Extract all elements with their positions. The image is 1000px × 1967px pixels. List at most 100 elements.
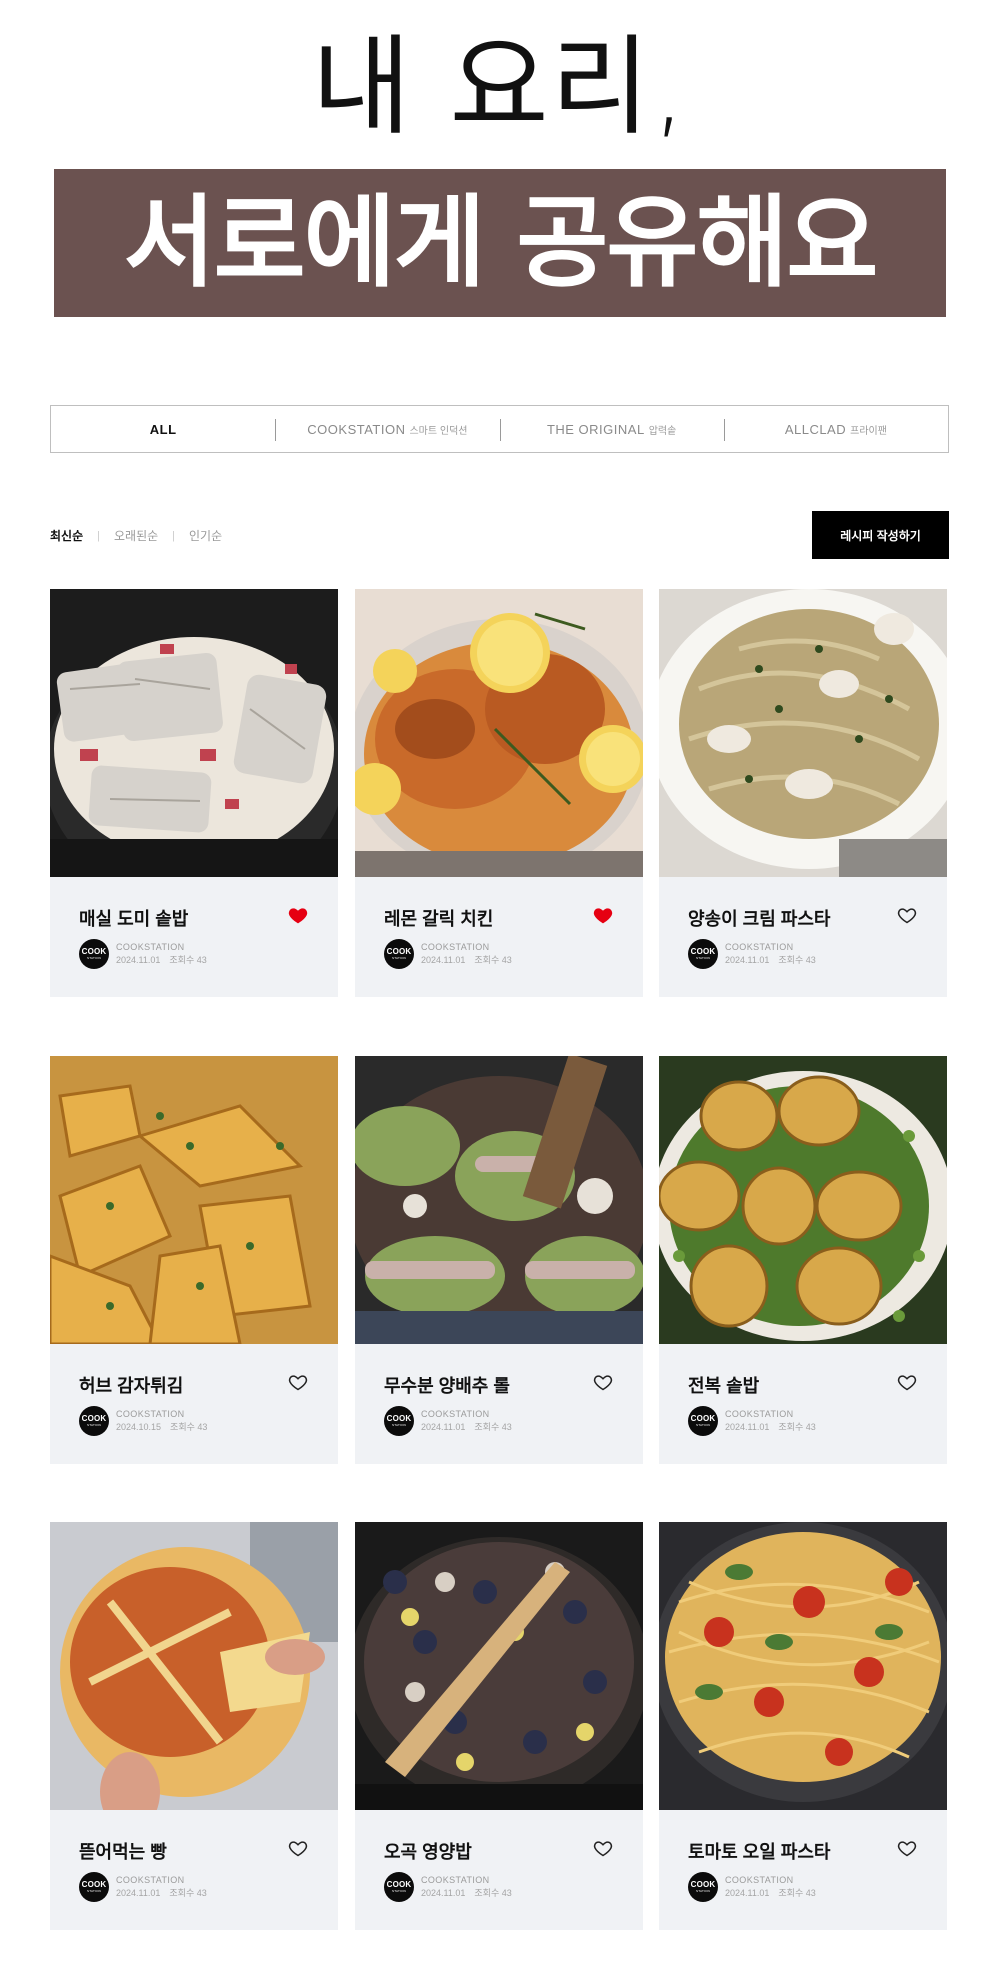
view-count: 조회수 43 xyxy=(778,1888,816,1898)
tab-allclad[interactable]: ALLCLAD 프라이팬 xyxy=(723,406,948,452)
heart-filled-icon[interactable] xyxy=(593,905,615,927)
sort-oldest[interactable]: 오래된순 xyxy=(114,527,158,544)
sort-latest[interactable]: 최신순 xyxy=(50,527,83,544)
tab-brand: ALLCLAD xyxy=(784,421,847,437)
recipe-photo[interactable] xyxy=(50,589,338,877)
avatar-logo-line1: COOK xyxy=(386,1413,412,1423)
author-name: COOKSTATION xyxy=(116,1875,185,1885)
tab-the-original[interactable]: THE ORIGINAL 압력솥 xyxy=(499,406,724,452)
heart-outline-icon[interactable] xyxy=(288,1838,310,1860)
post-date: 2024.11.01 xyxy=(116,955,161,965)
heart-outline-icon[interactable] xyxy=(897,905,919,927)
view-count: 조회수 43 xyxy=(170,1422,208,1432)
view-count: 조회수 43 xyxy=(778,955,816,965)
recipe-title[interactable]: 레몬 갈릭 치킨 xyxy=(384,905,493,931)
post-date: 2024.11.01 xyxy=(421,955,466,965)
recipe-info: 2024.11.01 조회수 43 xyxy=(421,1887,512,1900)
recipe-photo[interactable] xyxy=(355,589,643,877)
recipe-card[interactable]: 오곡 영양밥 COOK STATION COOKSTATION 2024.11.… xyxy=(355,1522,643,1930)
view-count: 조회수 43 xyxy=(169,1888,207,1898)
lemon-chicken-photo xyxy=(355,589,643,877)
recipe-meta: COOKSTATION 2024.11.01 조회수 43 xyxy=(421,1408,512,1434)
recipe-info: 2024.11.01 조회수 43 xyxy=(725,1421,816,1434)
hero-title-line2: 서로에게 공유해요 xyxy=(123,184,879,301)
recipe-photo[interactable] xyxy=(355,1522,643,1810)
tab-brand: ALL xyxy=(149,421,177,437)
recipe-title[interactable]: 허브 감자튀김 xyxy=(79,1372,183,1398)
sort-divider: | xyxy=(172,529,176,542)
view-count: 조회수 43 xyxy=(474,1888,512,1898)
recipe-card[interactable]: 토마토 오일 파스타 COOK STATION COOKSTATION 2024… xyxy=(659,1522,947,1930)
heart-outline-icon[interactable] xyxy=(288,1372,310,1394)
recipe-photo[interactable] xyxy=(659,589,947,877)
write-recipe-button[interactable]: 레시피 작성하기 xyxy=(812,511,949,559)
heart-outline-icon[interactable] xyxy=(897,1372,919,1394)
recipe-card[interactable]: 양송이 크림 파스타 COOK STATION COOKSTATION 2024… xyxy=(659,589,947,997)
view-count: 조회수 43 xyxy=(169,955,207,965)
recipe-title[interactable]: 전복 솥밥 xyxy=(688,1372,759,1398)
author-avatar: COOK STATION xyxy=(79,1872,109,1902)
recipe-photo[interactable] xyxy=(659,1056,947,1344)
avatar-logo-line2: STATION xyxy=(87,1422,101,1427)
author-avatar: COOK STATION xyxy=(384,939,414,969)
recipe-title[interactable]: 무수분 양배추 롤 xyxy=(384,1372,510,1398)
tab-all[interactable]: ALL xyxy=(51,406,275,452)
avatar-logo-line1: COOK xyxy=(81,946,107,956)
recipe-meta: COOKSTATION 2024.11.01 조회수 43 xyxy=(421,1874,512,1900)
avatar-logo-line1: COOK xyxy=(690,1879,716,1889)
recipe-title[interactable]: 뜯어먹는 빵 xyxy=(79,1838,167,1864)
heart-outline-icon[interactable] xyxy=(593,1838,615,1860)
tab-cookstation[interactable]: COOKSTATION 스마트 인덕션 xyxy=(275,406,499,452)
herb-potato-photo xyxy=(50,1056,338,1344)
recipe-meta: COOKSTATION 2024.10.15 조회수 43 xyxy=(116,1408,207,1434)
hero-band: 서로에게 공유해요 xyxy=(54,169,946,317)
recipe-photo[interactable] xyxy=(50,1522,338,1810)
view-count: 조회수 43 xyxy=(474,1422,512,1432)
recipe-meta: COOKSTATION 2024.11.01 조회수 43 xyxy=(116,1874,207,1900)
heart-outline-icon[interactable] xyxy=(897,1838,919,1860)
avatar-logo-line1: COOK xyxy=(386,1879,412,1889)
avatar-logo-line2: STATION xyxy=(392,1888,406,1893)
recipe-photo[interactable] xyxy=(50,1056,338,1344)
recipe-info: 2024.10.15 조회수 43 xyxy=(116,1421,207,1434)
recipe-meta: COOKSTATION 2024.11.01 조회수 43 xyxy=(725,1874,816,1900)
recipe-title[interactable]: 양송이 크림 파스타 xyxy=(688,905,830,931)
recipe-info: 2024.11.01 조회수 43 xyxy=(725,954,816,967)
tomato-oil-pasta-photo xyxy=(659,1522,947,1810)
recipe-title[interactable]: 매실 도미 솥밥 xyxy=(79,905,188,931)
recipe-card[interactable]: 전복 솥밥 COOK STATION COOKSTATION 2024.11.0… xyxy=(659,1056,947,1464)
recipe-photo[interactable] xyxy=(659,1522,947,1810)
post-date: 2024.11.01 xyxy=(421,1888,466,1898)
tab-sub: 스마트 인덕션 xyxy=(409,425,468,437)
heart-filled-icon[interactable] xyxy=(288,905,310,927)
author-name: COOKSTATION xyxy=(421,942,490,952)
recipe-card[interactable]: 뜯어먹는 빵 COOK STATION COOKSTATION 2024.11.… xyxy=(50,1522,338,1930)
author-avatar: COOK STATION xyxy=(384,1872,414,1902)
recipe-card[interactable]: 허브 감자튀김 COOK STATION COOKSTATION 2024.10… xyxy=(50,1056,338,1464)
post-date: 2024.10.15 xyxy=(116,1422,162,1432)
recipe-info: 2024.11.01 조회수 43 xyxy=(725,1887,816,1900)
sea-bream-rice-photo xyxy=(50,589,338,877)
avatar-logo-line2: STATION xyxy=(696,1888,710,1893)
recipe-title[interactable]: 토마토 오일 파스타 xyxy=(688,1838,830,1864)
mushroom-pasta-photo xyxy=(659,589,947,877)
tab-sub: 프라이팬 xyxy=(850,425,887,437)
recipe-card[interactable]: 매실 도미 솥밥 COOK STATION COOKSTATION 2024.1… xyxy=(50,589,338,997)
abalone-rice-photo xyxy=(659,1056,947,1344)
heart-outline-icon[interactable] xyxy=(593,1372,615,1394)
recipe-title[interactable]: 오곡 영양밥 xyxy=(384,1838,472,1864)
recipe-info: 2024.11.01 조회수 43 xyxy=(116,1887,207,1900)
recipe-card[interactable]: 레몬 갈릭 치킨 COOK STATION COOKSTATION 2024.1… xyxy=(355,589,643,997)
recipe-photo[interactable] xyxy=(355,1056,643,1344)
view-count: 조회수 43 xyxy=(778,1422,816,1432)
recipe-meta: COOKSTATION 2024.11.01 조회수 43 xyxy=(725,941,816,967)
brand-tabs: ALL COOKSTATION 스마트 인덕션 THE ORIGINAL 압력솥… xyxy=(50,405,949,453)
sort-popular[interactable]: 인기순 xyxy=(189,527,222,544)
author-name: COOKSTATION xyxy=(725,942,794,952)
avatar-logo-line2: STATION xyxy=(87,1888,101,1893)
author-avatar: COOK STATION xyxy=(79,939,109,969)
recipe-card[interactable]: 무수분 양배추 롤 COOK STATION COOKSTATION 2024.… xyxy=(355,1056,643,1464)
avatar-logo-line2: STATION xyxy=(696,1422,710,1427)
avatar-logo-line1: COOK xyxy=(690,1413,716,1423)
sort-divider: | xyxy=(97,529,100,542)
